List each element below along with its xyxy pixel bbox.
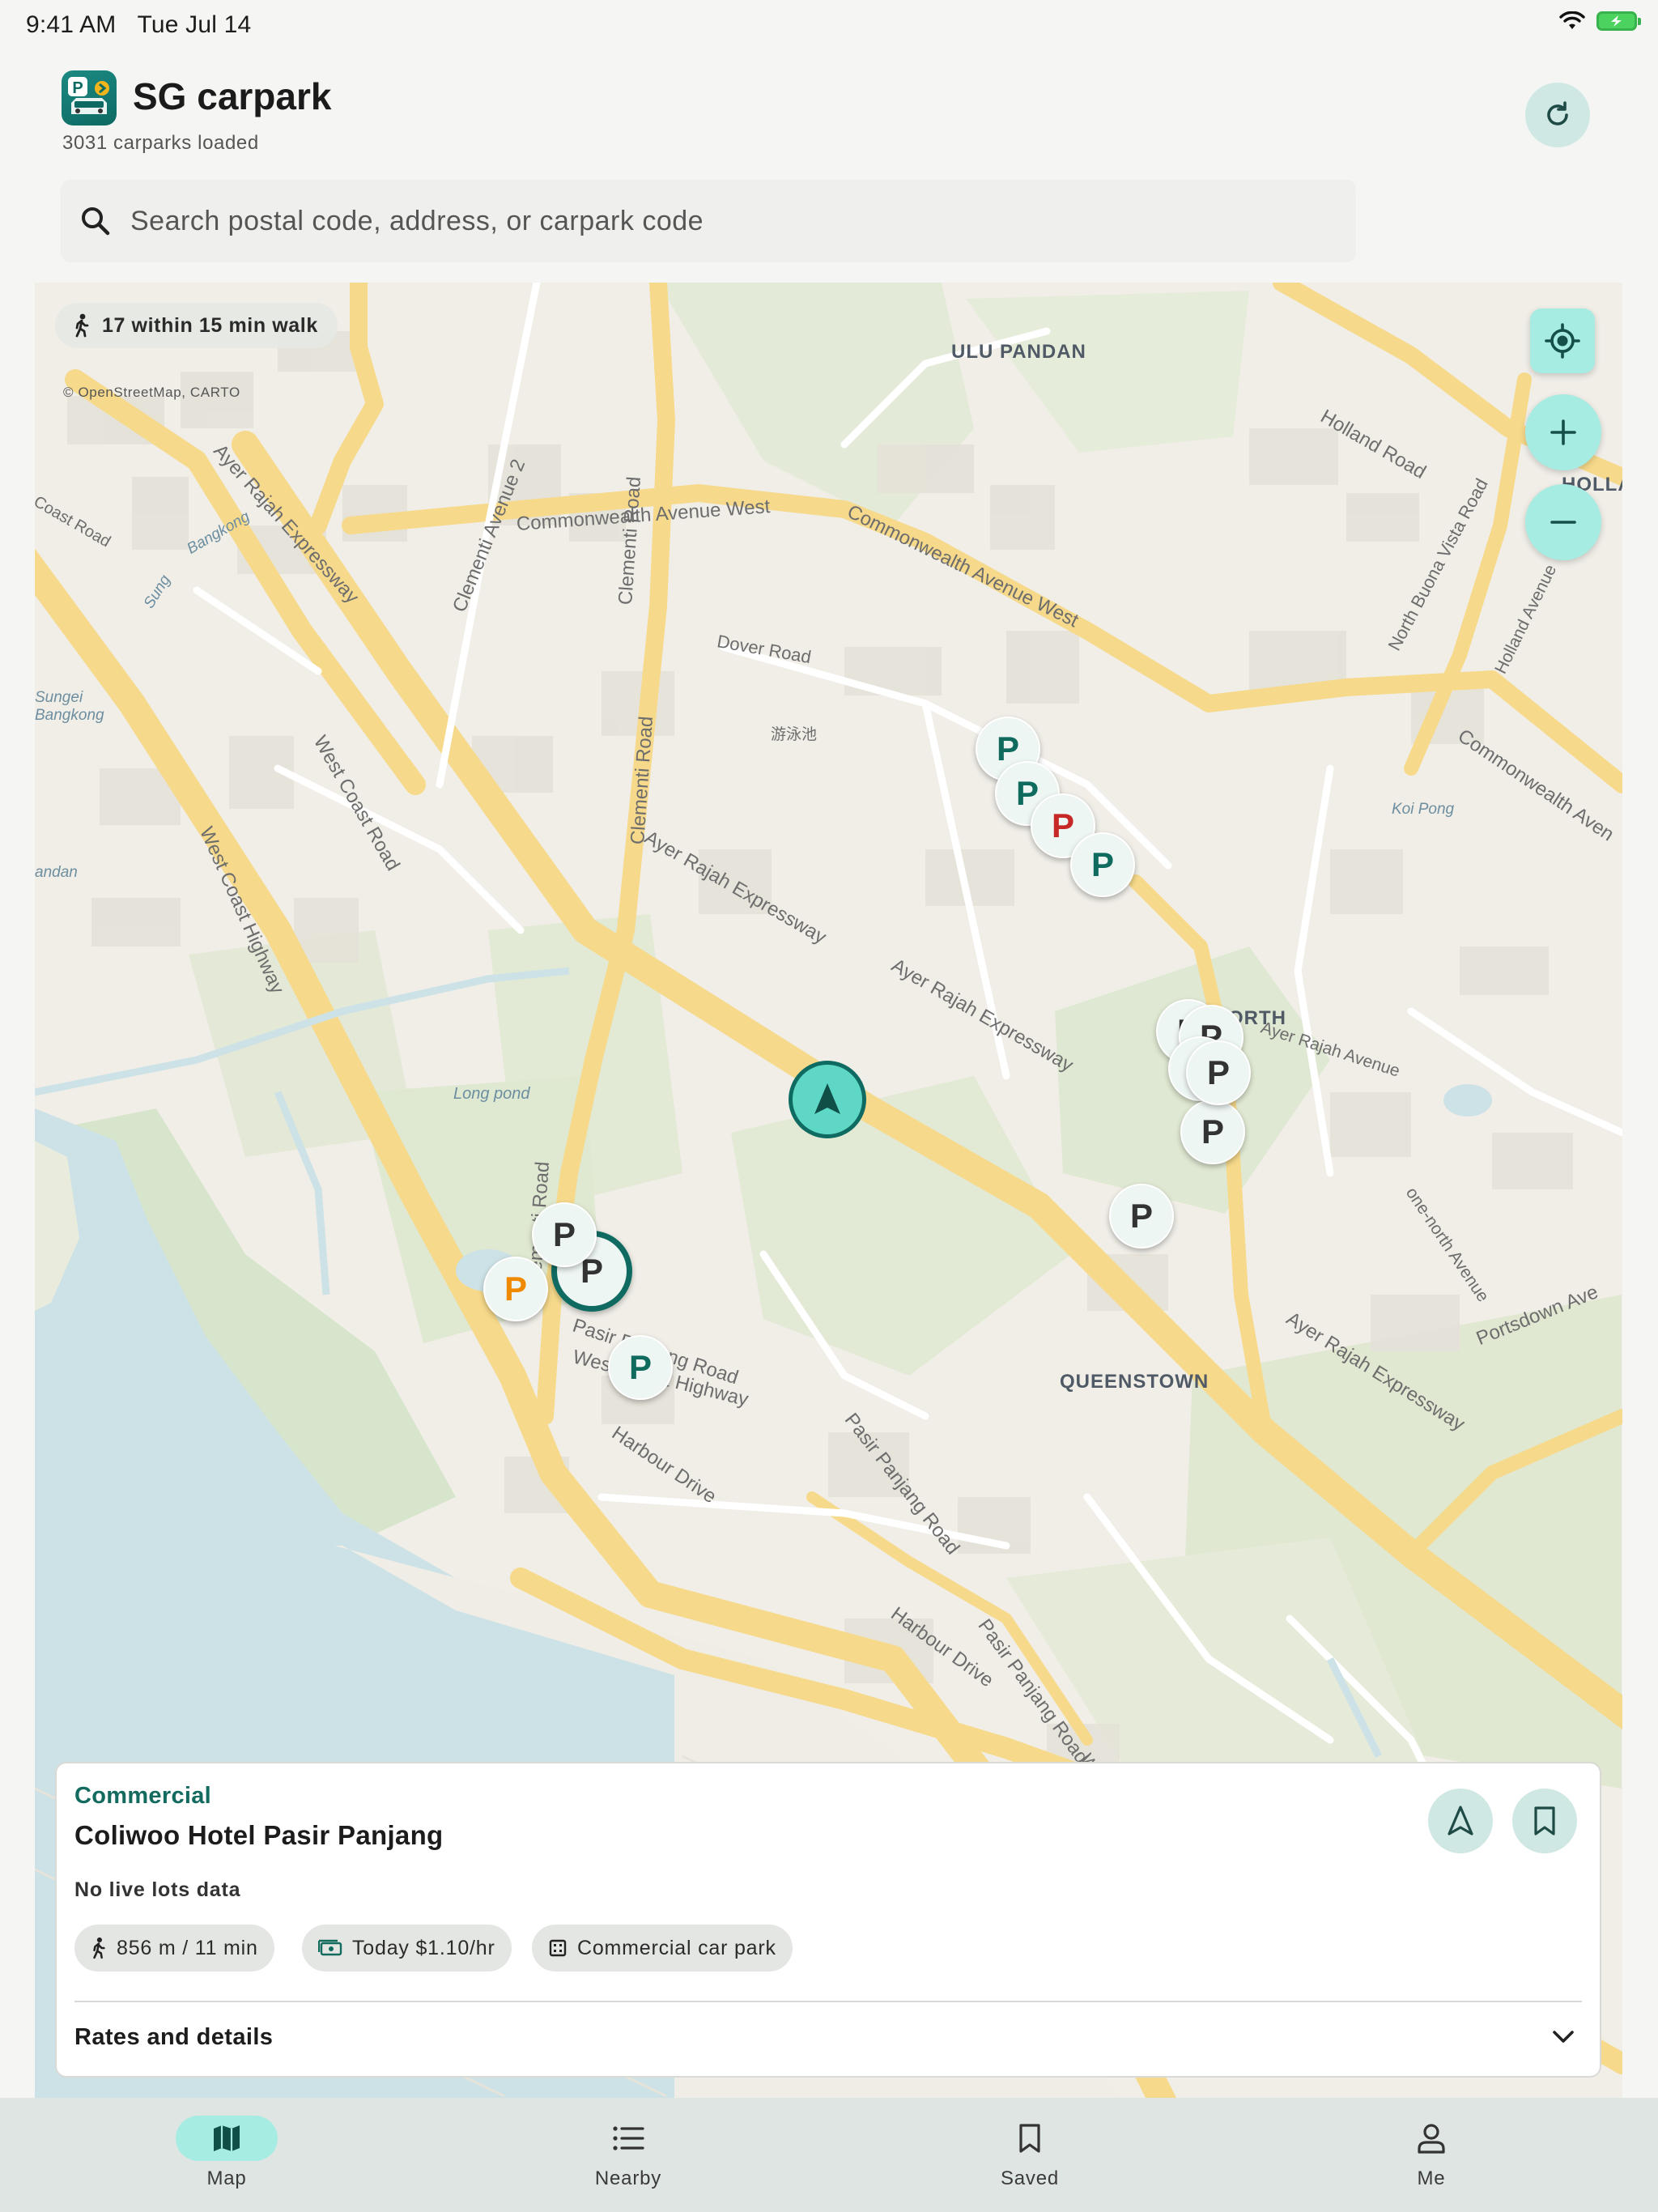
carpark-marker[interactable]: P	[532, 1202, 597, 1267]
rate-chip: Today $1.10/hr	[302, 1925, 512, 1972]
building-icon	[549, 1939, 567, 1957]
carpark-category: Commercial	[74, 1783, 212, 1809]
walk-icon	[93, 1937, 105, 1959]
minus-icon	[1550, 521, 1576, 524]
card-divider	[74, 2001, 1582, 2002]
search-icon	[82, 207, 110, 236]
distance-chip: 856 m / 11 min	[74, 1925, 274, 1972]
map-label-sungei-bangkong: Sungei Bangkong	[35, 689, 104, 724]
walk-radius-chip[interactable]: 17 within 15 min walk	[55, 303, 338, 348]
carpark-type-chip: Commercial car park	[532, 1925, 793, 1972]
nav-tab-nearby[interactable]: Nearby	[547, 2098, 709, 2212]
navigate-button[interactable]	[1428, 1789, 1493, 1853]
map-label-queenstown: QUEENSTOWN	[1060, 1371, 1209, 1393]
lots-status: No live lots data	[74, 1878, 241, 1901]
map-label-andan: andan	[35, 864, 78, 881]
carpark-type-chip-label: Commercial car park	[577, 1936, 776, 1959]
bookmark-icon	[1019, 2124, 1040, 2153]
status-time-text: 9:41 AM	[26, 11, 117, 38]
locate-me-button[interactable]	[1530, 308, 1595, 373]
carpark-name: Coliwoo Hotel Pasir Panjang	[74, 1820, 444, 1850]
chevron-down-icon[interactable]	[1550, 2025, 1577, 2049]
nav-tab-nearby-indicator	[577, 2116, 679, 2161]
carpark-marker[interactable]: P	[1109, 1184, 1174, 1249]
map-label-long-pond: Long pond	[453, 1085, 530, 1103]
crosshair-icon	[1545, 323, 1580, 359]
map-attribution[interactable]: © OpenStreetMap, CARTO	[63, 385, 240, 401]
nav-tab-map[interactable]: Map	[146, 2098, 308, 2212]
current-location-marker	[789, 1061, 866, 1138]
carpark-detail-card	[55, 1762, 1601, 2078]
bookmark-button[interactable]	[1512, 1789, 1577, 1853]
map-label-swimming-pool: 游泳池	[771, 726, 818, 743]
nav-tab-me-indicator	[1380, 2116, 1482, 2161]
search-bar[interactable]	[61, 180, 1356, 262]
map-label-koi-pong: Koi Pong	[1392, 801, 1455, 818]
nav-tab-map-indicator	[176, 2116, 278, 2161]
navigation-arrow-icon	[814, 1083, 840, 1114]
person-icon	[1418, 2124, 1445, 2154]
carpark-marker[interactable]: P	[1186, 1040, 1251, 1105]
wifi-icon	[1559, 11, 1585, 29]
nav-tab-saved-label: Saved	[1000, 2167, 1060, 2189]
svg-text:P: P	[72, 79, 83, 97]
app-logo: P	[62, 70, 117, 125]
rates-and-details-toggle[interactable]: Rates and details	[74, 2024, 273, 2051]
nav-tab-map-label: Map	[206, 2167, 247, 2189]
status-date-text: Tue Jul 14	[137, 11, 252, 38]
nav-tab-saved-indicator	[979, 2116, 1081, 2161]
distance-chip-label: 856 m / 11 min	[117, 1936, 258, 1959]
navigate-icon	[1448, 1806, 1473, 1836]
refresh-icon	[1547, 101, 1568, 125]
carpark-marker[interactable]: P	[608, 1335, 673, 1400]
map-label-ulu-pandan: ULU PANDAN	[951, 341, 1086, 363]
walk-chip-label: 17 within 15 min walk	[102, 313, 318, 337]
status-bar-icons	[1559, 11, 1641, 31]
battery-charging-icon	[1596, 11, 1641, 31]
nav-tab-me-label: Me	[1417, 2167, 1446, 2189]
refresh-button[interactable]	[1525, 83, 1590, 147]
rate-chip-label: Today $1.10/hr	[352, 1936, 495, 1959]
carpark-marker[interactable]: P	[483, 1257, 548, 1321]
cash-icon	[318, 1939, 342, 1956]
map-icon	[214, 2125, 240, 2151]
carpark-marker[interactable]: P	[1070, 832, 1135, 897]
bookmark-icon	[1534, 1806, 1555, 1836]
zoom-in-button[interactable]	[1525, 394, 1601, 470]
nav-tab-me[interactable]: Me	[1350, 2098, 1512, 2212]
search-input[interactable]	[129, 204, 1265, 238]
nav-tab-nearby-label: Nearby	[594, 2167, 662, 2189]
app-title: SG carpark	[133, 75, 332, 117]
zoom-out-button[interactable]	[1525, 484, 1601, 560]
list-icon	[613, 2126, 644, 2150]
carparks-loaded-count: 3031 carparks loaded	[62, 132, 259, 154]
plus-icon	[1550, 419, 1576, 445]
carpark-marker[interactable]: P	[1180, 1100, 1245, 1164]
nav-tab-saved[interactable]: Saved	[949, 2098, 1111, 2212]
status-bar-time: 9:41 AM Tue Jul 14	[26, 11, 251, 39]
walk-icon	[75, 313, 89, 338]
